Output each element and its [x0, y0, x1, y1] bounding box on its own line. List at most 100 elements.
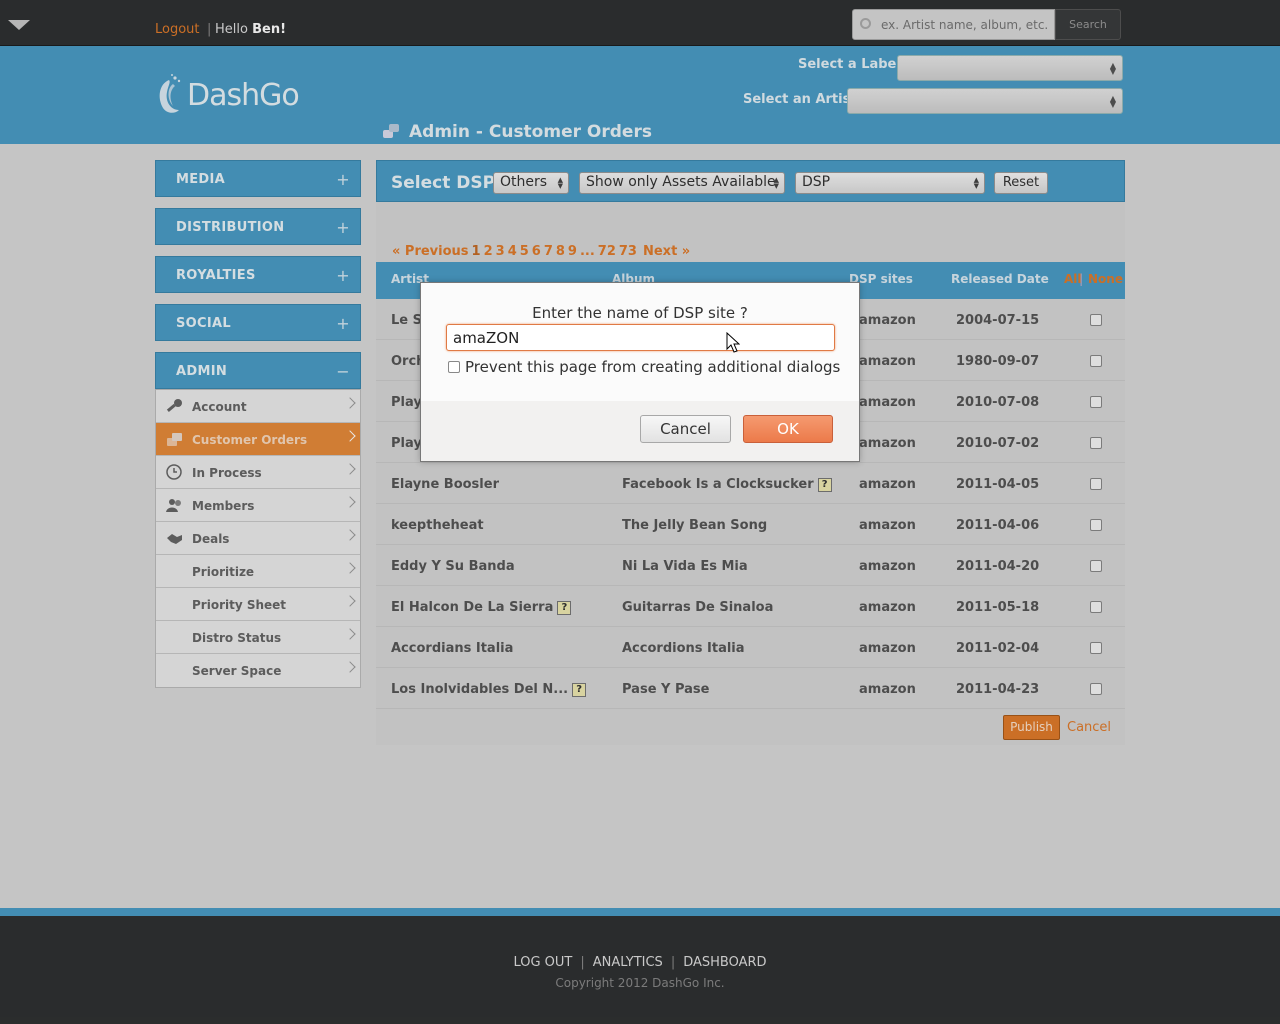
- date-cell: 2004-07-15: [956, 313, 1039, 328]
- sidebar-item-distro-status[interactable]: Distro Status: [156, 621, 360, 654]
- date-cell-text: 2010-07-02: [956, 436, 1040, 451]
- footer-dashboard-link[interactable]: DASHBOARD: [683, 955, 766, 970]
- dialog-ok-button[interactable]: OK: [743, 415, 833, 443]
- greeting: Hello Ben!: [215, 22, 286, 37]
- dsp-category-select[interactable]: Others ▲ ▼: [493, 172, 569, 194]
- page-link[interactable]: 8: [556, 244, 565, 259]
- album-cell-text: Accordions Italia: [622, 641, 745, 656]
- row-checkbox[interactable]: [1090, 560, 1102, 572]
- artist-select[interactable]: ▲ ▼: [847, 88, 1123, 114]
- sidebar-section-social[interactable]: SOCIAL +: [155, 304, 361, 341]
- reset-button[interactable]: Reset: [994, 172, 1048, 194]
- expand-icon[interactable]: +: [336, 218, 350, 237]
- expand-icon[interactable]: +: [336, 314, 350, 333]
- members-icon: [166, 499, 181, 512]
- cancel-link[interactable]: Cancel: [1067, 720, 1111, 735]
- page-link[interactable]: 7: [544, 244, 553, 259]
- artist-cell: El Halcon De La Sierra?: [391, 600, 572, 615]
- dsp-name-input[interactable]: [446, 324, 835, 351]
- collapse-icon[interactable]: −: [336, 362, 350, 381]
- row-checkbox[interactable]: [1090, 642, 1102, 654]
- previous-page-link[interactable]: « Previous: [392, 244, 469, 259]
- help-icon[interactable]: ?: [557, 601, 572, 615]
- dsp-cell: amazon: [859, 600, 916, 615]
- help-icon[interactable]: ?: [817, 478, 832, 492]
- column-released-date[interactable]: Released Date: [951, 272, 1049, 286]
- prevent-dialogs-checkbox[interactable]: [448, 361, 460, 373]
- chevron-right-icon: [344, 595, 356, 607]
- logout-link[interactable]: Logout: [155, 22, 200, 37]
- row-checkbox[interactable]: [1090, 396, 1102, 408]
- sidebar-item-account[interactable]: Account: [156, 390, 360, 423]
- sidebar-section-royalties[interactable]: ROYALTIES +: [155, 256, 361, 293]
- select-none-link[interactable]: None: [1088, 272, 1123, 286]
- sidebar-section-admin[interactable]: ADMIN −: [155, 352, 361, 389]
- album-cell-text: Facebook Is a Clocksucker: [622, 477, 814, 492]
- footer-analytics-link[interactable]: ANALYTICS: [593, 955, 663, 970]
- row-checkbox[interactable]: [1090, 437, 1102, 449]
- page-link[interactable]: 3: [496, 244, 505, 259]
- artist-cell-text: Play: [391, 395, 422, 410]
- page-link[interactable]: 72: [598, 244, 616, 259]
- dsp-cell-text: amazon: [859, 354, 916, 369]
- logo-mark-icon: [159, 74, 181, 113]
- page-link[interactable]: 2: [484, 244, 493, 259]
- page-link[interactable]: 4: [508, 244, 517, 259]
- menu-dropdown-icon[interactable]: [8, 20, 30, 30]
- row-checkbox[interactable]: [1090, 683, 1102, 695]
- artist-cell-text: Le S: [391, 313, 422, 328]
- footer-links: LOG OUT | ANALYTICS | DASHBOARD: [0, 955, 1280, 970]
- sidebar-section-media[interactable]: MEDIA +: [155, 160, 361, 197]
- row-checkbox[interactable]: [1090, 478, 1102, 490]
- dsp-select[interactable]: DSP ▲ ▼: [795, 172, 985, 194]
- section-label: SOCIAL: [176, 316, 231, 331]
- row-checkbox[interactable]: [1090, 519, 1102, 531]
- search-input[interactable]: [881, 16, 1051, 34]
- date-cell: 2011-04-06: [956, 518, 1039, 533]
- album-cell-text: The Jelly Bean Song: [622, 518, 768, 533]
- sidebar-item-prioritize[interactable]: Prioritize: [156, 555, 360, 588]
- publish-button[interactable]: Publish: [1003, 715, 1060, 740]
- sidebar-item-customer-orders[interactable]: Customer Orders: [156, 423, 360, 456]
- page-link[interactable]: 1: [472, 244, 481, 259]
- help-icon[interactable]: ?: [572, 683, 587, 697]
- page-link[interactable]: 73: [619, 244, 637, 259]
- search-button[interactable]: Search: [1055, 9, 1121, 40]
- dialog-cancel-button[interactable]: Cancel: [640, 415, 731, 443]
- label-select[interactable]: ▲ ▼: [897, 55, 1123, 81]
- sidebar-item-server-space[interactable]: Server Space: [156, 654, 360, 687]
- row-checkbox[interactable]: [1090, 601, 1102, 613]
- artist-cell-text: El Halcon De La Sierra: [391, 600, 554, 615]
- page-link[interactable]: 9: [568, 244, 577, 259]
- orders-icon: [167, 433, 182, 446]
- footer-separator: |: [670, 955, 676, 970]
- chevron-right-icon: [344, 397, 356, 409]
- sidebar-section-distribution[interactable]: DISTRIBUTION +: [155, 208, 361, 245]
- admin-submenu: Account Customer Orders In Process Membe…: [155, 389, 361, 688]
- page-link[interactable]: 5: [520, 244, 529, 259]
- artist-cell: Play: [391, 436, 422, 451]
- page-link[interactable]: 6: [532, 244, 541, 259]
- row-checkbox[interactable]: [1090, 355, 1102, 367]
- date-cell: 2011-05-18: [956, 600, 1039, 615]
- separator: |: [207, 22, 212, 37]
- sidebar-item-members[interactable]: Members: [156, 489, 360, 522]
- expand-icon[interactable]: +: [336, 170, 350, 189]
- row-checkbox[interactable]: [1090, 314, 1102, 326]
- sidebar-item-priority-sheet[interactable]: Priority Sheet: [156, 588, 360, 621]
- select-arrows-icon: ▲ ▼: [557, 176, 563, 190]
- mouse-pointer-icon: [726, 332, 740, 353]
- expand-icon[interactable]: +: [336, 266, 350, 285]
- handshake-icon: [167, 534, 182, 544]
- select-arrows-icon: ▲ ▼: [1109, 61, 1116, 76]
- footer-logout-link[interactable]: LOG OUT: [513, 955, 572, 970]
- date-cell-text: 2011-02-04: [956, 641, 1040, 656]
- chevron-right-icon: [344, 628, 356, 640]
- next-page-link[interactable]: Next »: [643, 244, 690, 259]
- date-cell-text: 2011-04-20: [956, 559, 1040, 574]
- chevron-right-icon: [344, 562, 356, 574]
- sidebar-item-deals[interactable]: Deals: [156, 522, 360, 555]
- asset-availability-select[interactable]: Show only Assets Available ▲ ▼: [579, 172, 785, 194]
- sidebar-item-in-process[interactable]: In Process: [156, 456, 360, 489]
- user-name: Ben!: [252, 22, 287, 37]
